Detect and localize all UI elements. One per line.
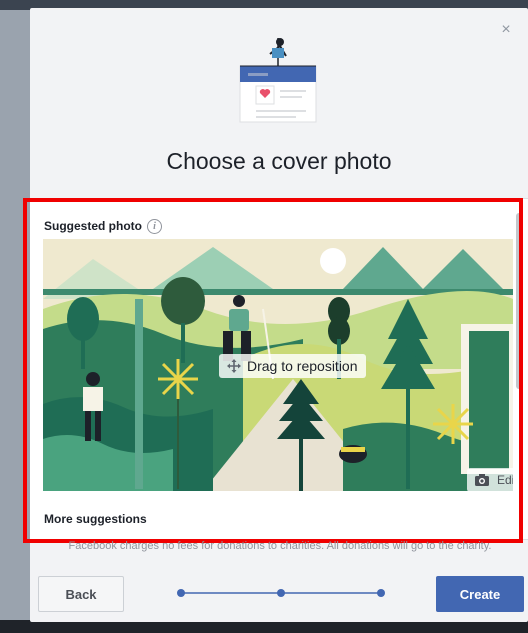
step-progress — [177, 589, 385, 597]
step-dot-2 — [277, 589, 285, 597]
suggestions-panel: Suggested photo i Drag to reposition Ed … — [30, 198, 528, 540]
close-icon[interactable]: × — [498, 22, 514, 38]
step-dot-1 — [177, 589, 185, 597]
edit-label: Edit — [497, 473, 513, 487]
step-dot-3 — [377, 589, 385, 597]
info-icon[interactable]: i — [147, 219, 162, 235]
drag-text: Drag to reposition — [247, 358, 358, 374]
create-button[interactable]: Create — [436, 576, 524, 612]
suggested-photo-label: Suggested photo i — [44, 219, 162, 235]
cover-photo-dialog: × Choose a cover photo Suggested photo i — [23, 8, 528, 622]
fee-note: Facebook charges no fees for donations t… — [68, 540, 492, 552]
move-icon — [227, 359, 241, 373]
camera-icon — [475, 474, 489, 486]
background-left — [0, 0, 30, 633]
panel-scrollbar[interactable] — [516, 213, 522, 389]
cover-illustration — [239, 38, 317, 123]
more-suggestions-label: More suggestions — [44, 512, 147, 526]
back-button[interactable]: Back — [38, 576, 124, 612]
suggested-photo-text: Suggested photo — [44, 219, 142, 233]
cover-photo-preview[interactable]: Drag to reposition Edit — [43, 239, 513, 491]
edit-cover-button[interactable]: Edit — [467, 468, 513, 491]
dialog-title: Choose a cover photo — [166, 148, 392, 174]
drag-to-reposition[interactable]: Drag to reposition — [219, 354, 366, 378]
